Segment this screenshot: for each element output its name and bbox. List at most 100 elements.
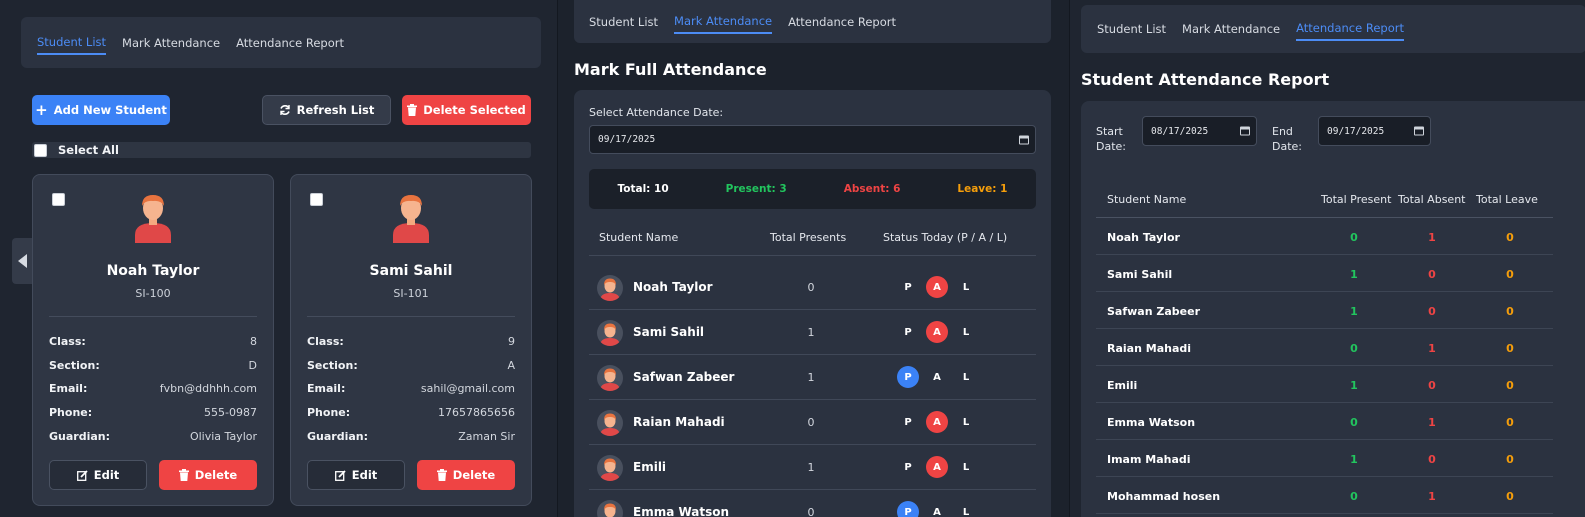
- header-status-today: Status Today (P / A / L): [883, 231, 1008, 244]
- status-selector: PAL: [897, 501, 977, 517]
- delete-selected-button[interactable]: Delete Selected: [402, 95, 531, 125]
- trash-icon: [436, 469, 447, 481]
- start-date-label: Start Date:: [1096, 125, 1126, 153]
- attendance-row: Noah Taylor 0 P A L: [589, 265, 1036, 310]
- select-all-checkbox[interactable]: [34, 143, 47, 157]
- divider: [307, 316, 515, 317]
- attendance-row: Emma Watson 0 P A L: [589, 490, 1036, 517]
- calendar-icon[interactable]: [1240, 126, 1250, 136]
- tab-bar: Student List Mark Attendance Attendance …: [21, 17, 541, 68]
- attendance-row: Raian Mahadi 0 P A L: [589, 400, 1036, 445]
- status-leave-button[interactable]: L: [955, 456, 977, 478]
- status-present-button[interactable]: P: [897, 366, 919, 388]
- status-present-button[interactable]: P: [897, 321, 919, 343]
- report-card: Start Date: 08/17/2025 End Date: 09/17/2…: [1081, 101, 1585, 517]
- page-title: Student Attendance Report: [1081, 70, 1330, 89]
- edit-button[interactable]: Edit: [307, 460, 405, 490]
- header-total-present: Total Present: [1321, 193, 1392, 206]
- status-leave-button[interactable]: L: [955, 366, 977, 388]
- caret-left-icon: [17, 254, 27, 268]
- mark-attendance-panel: Student List Mark Attendance Attendance …: [557, 0, 1069, 517]
- class-row: Class: 8: [49, 335, 257, 348]
- student-name: Noah Taylor: [106, 263, 200, 279]
- calendar-icon[interactable]: [1414, 126, 1424, 136]
- report-row: Emili 1 0 0: [1096, 366, 1553, 403]
- tab-attendance-report[interactable]: Attendance Report: [788, 11, 896, 33]
- guardian-row: Guardian: Zaman Sir: [307, 430, 515, 443]
- status-absent-button[interactable]: A: [926, 366, 948, 388]
- status-present-button[interactable]: P: [897, 456, 919, 478]
- email-row: Email: sahil@gmail.com: [307, 382, 515, 395]
- date-label: Select Attendance Date:: [589, 106, 724, 119]
- status-leave-button[interactable]: L: [955, 411, 977, 433]
- status-selector: PAL: [897, 366, 977, 388]
- student-name: Imam Mahadi: [1107, 453, 1191, 466]
- student-name: Emili: [633, 460, 667, 474]
- collapse-sidebar-button[interactable]: [12, 238, 32, 284]
- student-list-panel: Student List Mark Attendance Attendance …: [0, 0, 557, 517]
- student-avatar-icon: [597, 455, 623, 481]
- report-row: Safwan Zabeer 1 0 0: [1096, 292, 1553, 329]
- header-total-presents: Total Presents: [770, 231, 847, 244]
- section-row: Section: D: [49, 359, 257, 372]
- end-date-label: End Date:: [1272, 125, 1302, 153]
- summary-absent: Absent: 6: [843, 183, 901, 195]
- status-absent-button[interactable]: A: [926, 321, 948, 343]
- end-date-input[interactable]: 09/17/2025: [1318, 116, 1431, 146]
- attendance-date-input[interactable]: 09/17/2025: [589, 125, 1036, 154]
- student-id: SI-100: [135, 287, 171, 300]
- status-selector: PAL: [897, 276, 977, 298]
- student-name: Safwan Zabeer: [633, 370, 735, 384]
- delete-button[interactable]: Delete: [159, 460, 257, 490]
- status-absent-button[interactable]: A: [926, 276, 948, 298]
- report-row: Noah Taylor 0 1 0: [1096, 218, 1553, 255]
- summary-present: Present: 3: [725, 183, 787, 195]
- status-leave-button[interactable]: L: [955, 321, 977, 343]
- tab-student-list[interactable]: Student List: [37, 31, 107, 55]
- student-name: Emili: [1107, 379, 1138, 392]
- student-select-checkbox[interactable]: [310, 193, 323, 206]
- tab-attendance-report[interactable]: Attendance Report: [1296, 17, 1404, 41]
- student-name: Sami Sahil: [1107, 268, 1173, 281]
- student-name: Sami Sahil: [369, 263, 453, 279]
- select-all-label: Select All: [58, 143, 119, 157]
- add-new-student-button[interactable]: + Add New Student: [32, 95, 170, 125]
- status-absent-button[interactable]: A: [926, 411, 948, 433]
- edit-button[interactable]: Edit: [49, 460, 147, 490]
- student-name: Noah Taylor: [633, 280, 713, 294]
- status-absent-button[interactable]: A: [926, 456, 948, 478]
- student-name: Mohammad hosen: [1107, 490, 1221, 503]
- student-select-checkbox[interactable]: [52, 193, 65, 206]
- status-present-button[interactable]: P: [897, 411, 919, 433]
- tab-student-list[interactable]: Student List: [1097, 18, 1166, 40]
- calendar-icon[interactable]: [1019, 135, 1029, 144]
- attendance-summary: Total: 10 Present: 3 Absent: 6 Leave: 1: [589, 169, 1036, 209]
- student-name: Noah Taylor: [1107, 231, 1180, 244]
- status-selector: PAL: [897, 411, 977, 433]
- start-date-input[interactable]: 08/17/2025: [1142, 116, 1257, 146]
- report-row: Imam Mahadi 1 0 0: [1096, 440, 1553, 477]
- report-row: Emma Watson 0 1 0: [1096, 403, 1553, 440]
- status-absent-button[interactable]: A: [926, 501, 948, 517]
- header-divider: [589, 255, 1036, 256]
- tab-student-list[interactable]: Student List: [589, 11, 658, 33]
- status-leave-button[interactable]: L: [955, 276, 977, 298]
- attendance-row: Emili 1 P A L: [589, 445, 1036, 490]
- class-row: Class: 9: [307, 335, 515, 348]
- select-all-row[interactable]: Select All: [32, 142, 531, 158]
- tab-mark-attendance[interactable]: Mark Attendance: [1182, 18, 1280, 40]
- status-present-button[interactable]: P: [897, 501, 919, 517]
- attendance-row: Safwan Zabeer 1 P A L: [589, 355, 1036, 400]
- tab-mark-attendance[interactable]: Mark Attendance: [674, 10, 773, 34]
- tab-attendance-report[interactable]: Attendance Report: [236, 32, 344, 54]
- delete-button[interactable]: Delete: [417, 460, 515, 490]
- student-name: Raian Mahadi: [633, 415, 725, 429]
- status-leave-button[interactable]: L: [955, 501, 977, 517]
- student-card: Sami Sahil SI-101 Class: 9 Section: A Emai…: [290, 174, 532, 506]
- guardian-row: Guardian: Olivia Taylor: [49, 430, 257, 443]
- refresh-list-button[interactable]: Refresh List: [262, 95, 391, 125]
- status-present-button[interactable]: P: [897, 276, 919, 298]
- report-row: Sami Sahil 1 0 0: [1096, 255, 1553, 292]
- plus-icon: +: [35, 101, 48, 119]
- tab-mark-attendance[interactable]: Mark Attendance: [122, 32, 220, 54]
